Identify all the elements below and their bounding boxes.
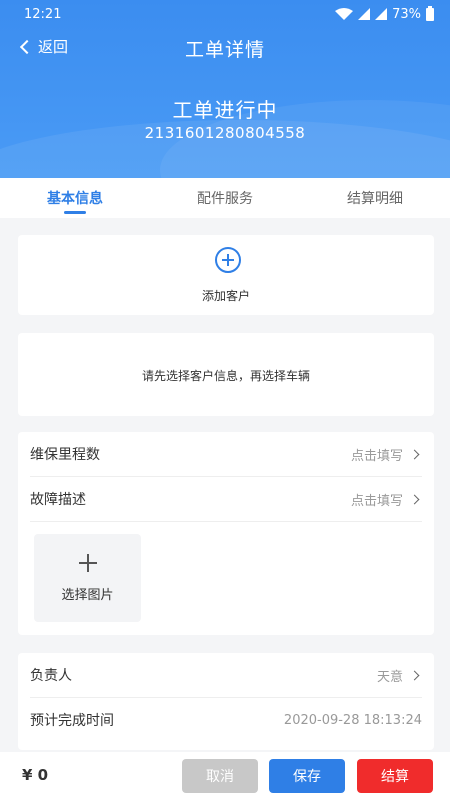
mileage-label: 维保里程数 (30, 447, 100, 463)
tab-bar: 基本信息 配件服务 结算明细 (0, 178, 450, 218)
mileage-value: 点击填写 (351, 445, 422, 464)
save-button[interactable]: 保存 (269, 759, 345, 793)
eta-value: 2020-09-28 18:13:24 (283, 712, 422, 728)
plus-icon (79, 554, 97, 572)
owner-value: 天意 (377, 666, 422, 685)
status-icons: 73% (335, 5, 434, 22)
cancel-button[interactable]: 取消 (182, 759, 258, 793)
assignment-card: 负责人 天意 预计完成时间 2020-09-28 18:13:24 (18, 653, 434, 750)
add-customer-card[interactable]: 添加客户 (18, 235, 434, 315)
order-status: 工单进行中 (172, 98, 278, 122)
fault-value: 点击填写 (351, 490, 422, 509)
header: 12:21 73% 返回 工单详情 工单进行中 2131601280804558 (0, 0, 450, 178)
eta-label: 预计完成时间 (30, 713, 114, 729)
tab-settlement-detail[interactable]: 结算明细 (300, 178, 450, 218)
nav-bar: 返回 工单详情 (0, 28, 450, 68)
status-bar: 12:21 73% (0, 0, 450, 28)
signal-icon (375, 8, 388, 20)
page-title: 工单详情 (184, 39, 265, 61)
eta-row[interactable]: 预计完成时间 2020-09-28 18:13:24 (30, 698, 422, 742)
fault-label: 故障描述 (30, 492, 86, 508)
settle-button[interactable]: 结算 (357, 759, 433, 793)
chevron-right-icon (409, 449, 420, 459)
divider (30, 521, 422, 522)
order-number: 2131601280804558 (144, 124, 306, 142)
total-price: ¥ 0 (22, 766, 49, 784)
owner-name: 天意 (376, 669, 403, 685)
chevron-right-icon (409, 670, 420, 680)
mileage-row[interactable]: 维保里程数 点击填写 (30, 432, 422, 476)
battery-icon (426, 5, 434, 21)
wifi-icon (335, 8, 354, 20)
battery-percent: 73% (392, 6, 421, 22)
repair-form-card: 维保里程数 点击填写 故障描述 点击填写 选择图片 (18, 432, 434, 635)
status-time: 12:21 (24, 6, 62, 22)
select-picture-button[interactable]: 选择图片 (34, 534, 141, 622)
select-picture-label: 选择图片 (61, 588, 114, 603)
chevron-right-icon (409, 494, 420, 504)
signal-icon (358, 8, 371, 20)
mileage-placeholder: 点击填写 (350, 448, 403, 464)
tab-basic-info[interactable]: 基本信息 (0, 178, 150, 218)
tab-parts-service[interactable]: 配件服务 (150, 178, 300, 218)
add-customer-label: 添加客户 (201, 289, 250, 303)
vehicle-hint-text: 请先选择客户信息，再选择车辆 (141, 369, 310, 383)
fault-placeholder: 点击填写 (350, 493, 403, 509)
owner-row[interactable]: 负责人 天意 (30, 653, 422, 697)
vehicle-hint-card: 请先选择客户信息，再选择车辆 (18, 333, 434, 416)
owner-label: 负责人 (30, 668, 72, 684)
fault-row[interactable]: 故障描述 点击填写 (30, 477, 422, 521)
add-circle-icon (215, 247, 241, 273)
footer-bar: ¥ 0 取消 保存 结算 (0, 752, 450, 800)
